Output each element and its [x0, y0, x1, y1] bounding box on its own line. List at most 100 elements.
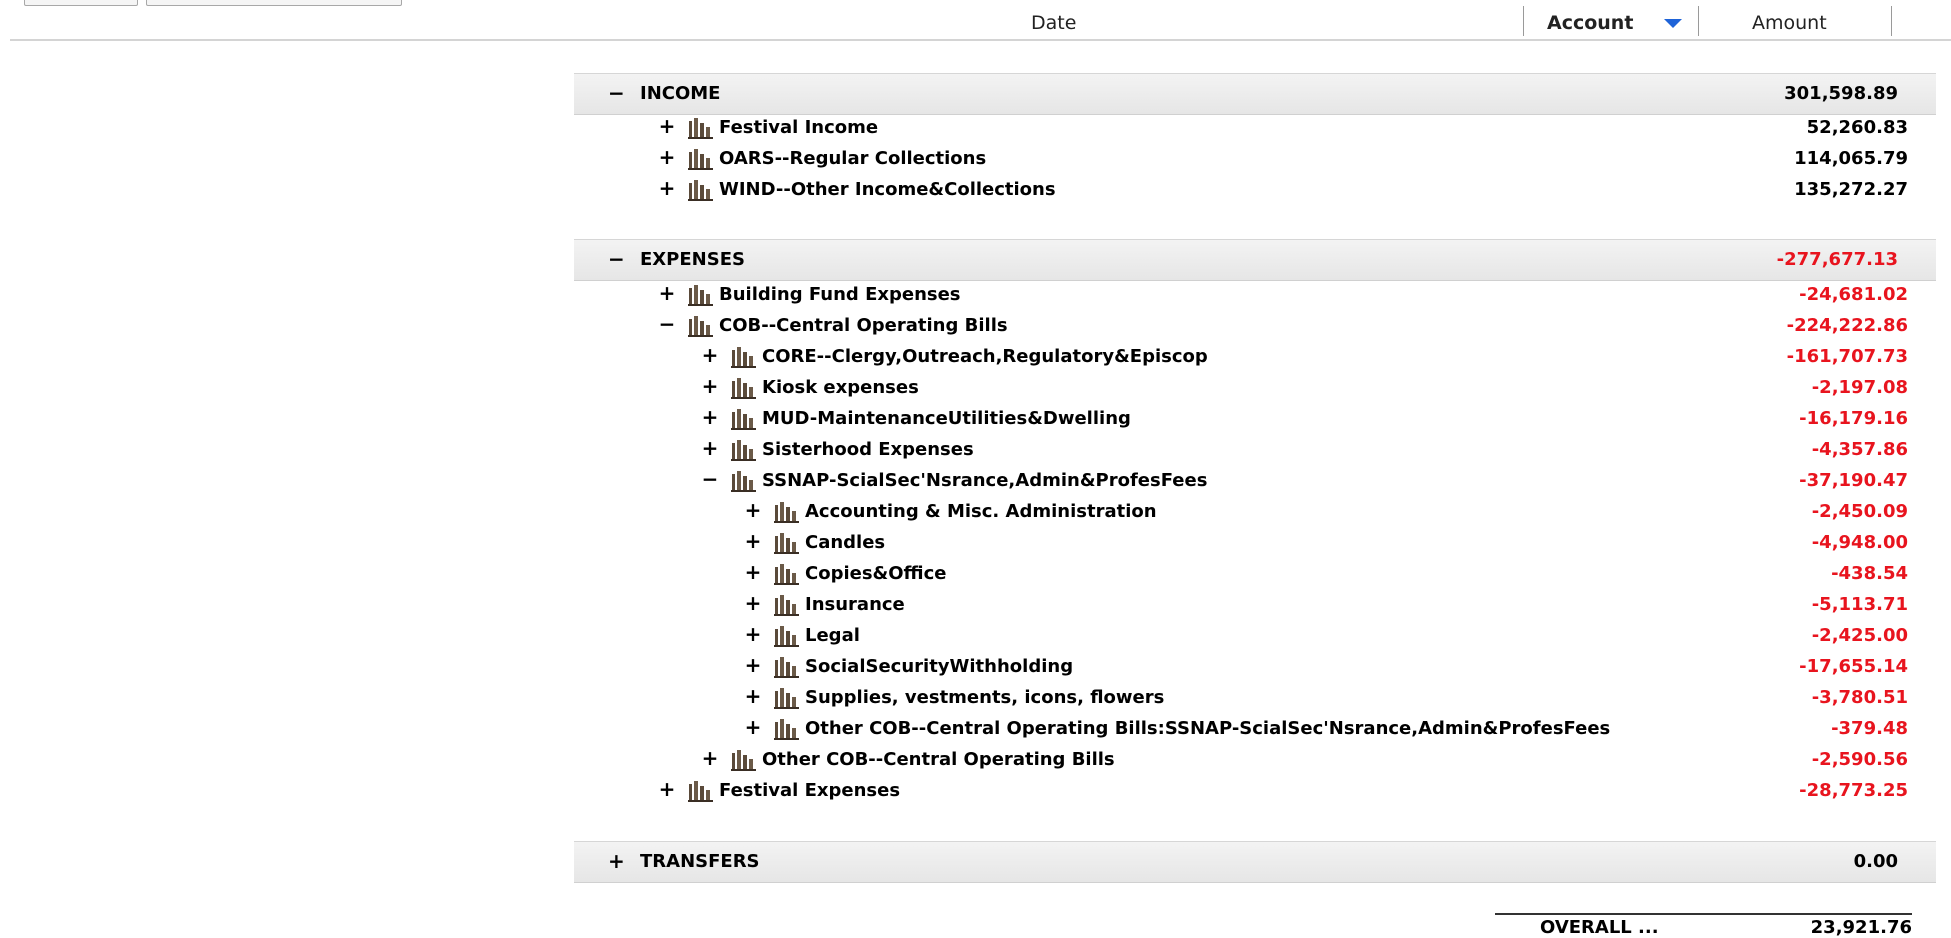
tree-row[interactable]: + Festival Expenses -28,773.25	[574, 775, 1936, 806]
account-amount: -2,197.08	[1811, 377, 1908, 398]
account-label: SSNAP-ScialSec'Nsrance,Admin&ProfesFees	[762, 470, 1208, 491]
tree-toggle[interactable]: +	[700, 436, 720, 460]
bar-chart-icon[interactable]	[688, 284, 714, 306]
account-label: Other COB--Central Operating Bills	[762, 749, 1115, 770]
column-header-date[interactable]: Date	[1031, 12, 1076, 34]
tree-toggle[interactable]: −	[657, 312, 677, 336]
tree-row[interactable]: + Copies&Office -438.54	[574, 558, 1936, 589]
account-label: Festival Expenses	[719, 780, 901, 801]
tree-toggle[interactable]: +	[743, 560, 763, 584]
account-amount: -37,190.47	[1799, 470, 1908, 491]
column-separator[interactable]	[1891, 6, 1892, 36]
bar-chart-icon[interactable]	[731, 470, 757, 492]
column-header-account[interactable]: Account	[1547, 12, 1633, 34]
account-amount: -2,450.09	[1811, 501, 1908, 522]
sort-descending-icon[interactable]	[1664, 19, 1682, 28]
bar-chart-icon[interactable]	[774, 563, 800, 585]
bar-chart-icon[interactable]	[774, 594, 800, 616]
bar-chart-icon[interactable]	[731, 408, 757, 430]
tree-row[interactable]: + OARS--Regular Collections 114,065.79	[574, 143, 1936, 174]
tree-toggle[interactable]: +	[657, 281, 677, 305]
account-label: Candles	[805, 532, 886, 553]
tree-toggle[interactable]: +	[700, 374, 720, 398]
account-label: Festival Income	[719, 117, 879, 138]
tree-row[interactable]: − SSNAP-ScialSec'Nsrance,Admin&ProfesFees…	[574, 465, 1936, 496]
bar-chart-icon[interactable]	[731, 439, 757, 461]
account-amount: -161,707.73	[1786, 346, 1908, 367]
bar-chart-icon[interactable]	[774, 656, 800, 678]
toolbar-button-right[interactable]	[146, 0, 402, 6]
account-amount: -2,590.56	[1811, 749, 1908, 770]
tree-row[interactable]: − COB--Central Operating Bills -224,222.86	[574, 310, 1936, 341]
collapse-toggle[interactable]: −	[608, 247, 625, 271]
tree-toggle[interactable]: +	[743, 622, 763, 646]
bar-chart-icon[interactable]	[688, 179, 714, 201]
account-label: Legal	[805, 625, 860, 646]
bar-chart-icon[interactable]	[688, 148, 714, 170]
bar-chart-icon[interactable]	[731, 377, 757, 399]
account-label: Copies&Office	[805, 563, 947, 584]
bar-chart-icon[interactable]	[688, 315, 714, 337]
tree-toggle[interactable]: +	[700, 343, 720, 367]
tree-toggle[interactable]: +	[657, 176, 677, 200]
tree-row[interactable]: + Festival Income 52,260.83	[574, 112, 1936, 143]
tree-toggle[interactable]: +	[657, 777, 677, 801]
tree-toggle[interactable]: +	[700, 405, 720, 429]
section-transfers[interactable]: + TRANSFERS 0.00	[574, 841, 1936, 883]
tree-toggle[interactable]: +	[657, 145, 677, 169]
tree-row[interactable]: + Candles -4,948.00	[574, 527, 1936, 558]
account-label: Supplies, vestments, icons, flowers	[805, 687, 1165, 708]
section-income[interactable]: − INCOME 301,598.89	[574, 73, 1936, 115]
tree-toggle[interactable]: +	[700, 746, 720, 770]
section-label: EXPENSES	[640, 249, 745, 270]
account-amount: -5,113.71	[1811, 594, 1908, 615]
expand-toggle[interactable]: +	[608, 849, 625, 873]
tree-toggle[interactable]: +	[743, 653, 763, 677]
tree-toggle[interactable]: +	[743, 684, 763, 708]
column-header-amount[interactable]: Amount	[1752, 12, 1827, 34]
bar-chart-icon[interactable]	[774, 625, 800, 647]
account-label: CORE--Clergy,Outreach,Regulatory&Episcop	[762, 346, 1208, 367]
section-label: INCOME	[640, 83, 721, 104]
bar-chart-icon[interactable]	[731, 749, 757, 771]
account-label: WIND--Other Income&Collections	[719, 179, 1056, 200]
tree-toggle[interactable]: +	[743, 498, 763, 522]
tree-toggle[interactable]: +	[743, 529, 763, 553]
account-label: SocialSecurityWithholding	[805, 656, 1074, 677]
bar-chart-icon[interactable]	[731, 346, 757, 368]
bar-chart-icon[interactable]	[774, 687, 800, 709]
bar-chart-icon[interactable]	[774, 718, 800, 740]
tree-row[interactable]: + SocialSecurityWithholding -17,655.14	[574, 651, 1936, 682]
collapse-toggle[interactable]: −	[608, 81, 625, 105]
tree-row[interactable]: + WIND--Other Income&Collections 135,272.2…	[574, 174, 1936, 205]
section-expenses[interactable]: − EXPENSES -277,677.13	[574, 239, 1936, 281]
account-amount: -379.48	[1831, 718, 1908, 739]
overall-amount: 23,921.76	[1810, 917, 1912, 938]
bar-chart-icon[interactable]	[774, 532, 800, 554]
tree-row[interactable]: + Other COB--Central Operating Bills -2,59…	[574, 744, 1936, 775]
account-amount: -2,425.00	[1811, 625, 1908, 646]
tree-row[interactable]: + Supplies, vestments, icons, flowers -3,7…	[574, 682, 1936, 713]
tree-row[interactable]: + Legal -2,425.00	[574, 620, 1936, 651]
tree-row[interactable]: + Insurance -5,113.71	[574, 589, 1936, 620]
tree-toggle[interactable]: +	[743, 715, 763, 739]
toolbar-button-left[interactable]	[24, 0, 138, 6]
bar-chart-icon[interactable]	[688, 780, 714, 802]
tree-row[interactable]: + Accounting & Misc. Administration -2,450…	[574, 496, 1936, 527]
tree-row[interactable]: + MUD-MaintenanceUtilities&Dwelling -16,17…	[574, 403, 1936, 434]
account-label: Building Fund Expenses	[719, 284, 961, 305]
tree-toggle[interactable]: +	[743, 591, 763, 615]
account-amount: -3,780.51	[1811, 687, 1908, 708]
tree-row[interactable]: + Other COB--Central Operating Bills:SSNA…	[574, 713, 1936, 744]
tree-row[interactable]: + Building Fund Expenses -24,681.02	[574, 279, 1936, 310]
tree-row[interactable]: + Kiosk expenses -2,197.08	[574, 372, 1936, 403]
tree-toggle[interactable]: +	[657, 114, 677, 138]
bar-chart-icon[interactable]	[774, 501, 800, 523]
column-separator[interactable]	[1698, 6, 1699, 36]
account-amount: -224,222.86	[1786, 315, 1908, 336]
bar-chart-icon[interactable]	[688, 117, 714, 139]
tree-row[interactable]: + Sisterhood Expenses -4,357.86	[574, 434, 1936, 465]
tree-row[interactable]: + CORE--Clergy,Outreach,Regulatory&Episco…	[574, 341, 1936, 372]
column-separator[interactable]	[1523, 6, 1524, 36]
tree-toggle[interactable]: −	[700, 467, 720, 491]
